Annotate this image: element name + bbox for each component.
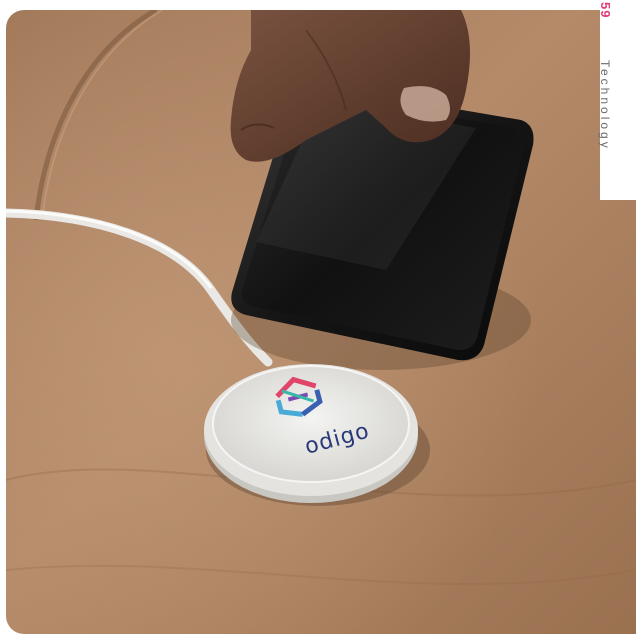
product-photo: odigo: [6, 10, 636, 634]
page-number: 59: [598, 2, 613, 19]
section-label: Technology: [598, 60, 612, 151]
wireless-charger: odigo: [204, 364, 418, 503]
